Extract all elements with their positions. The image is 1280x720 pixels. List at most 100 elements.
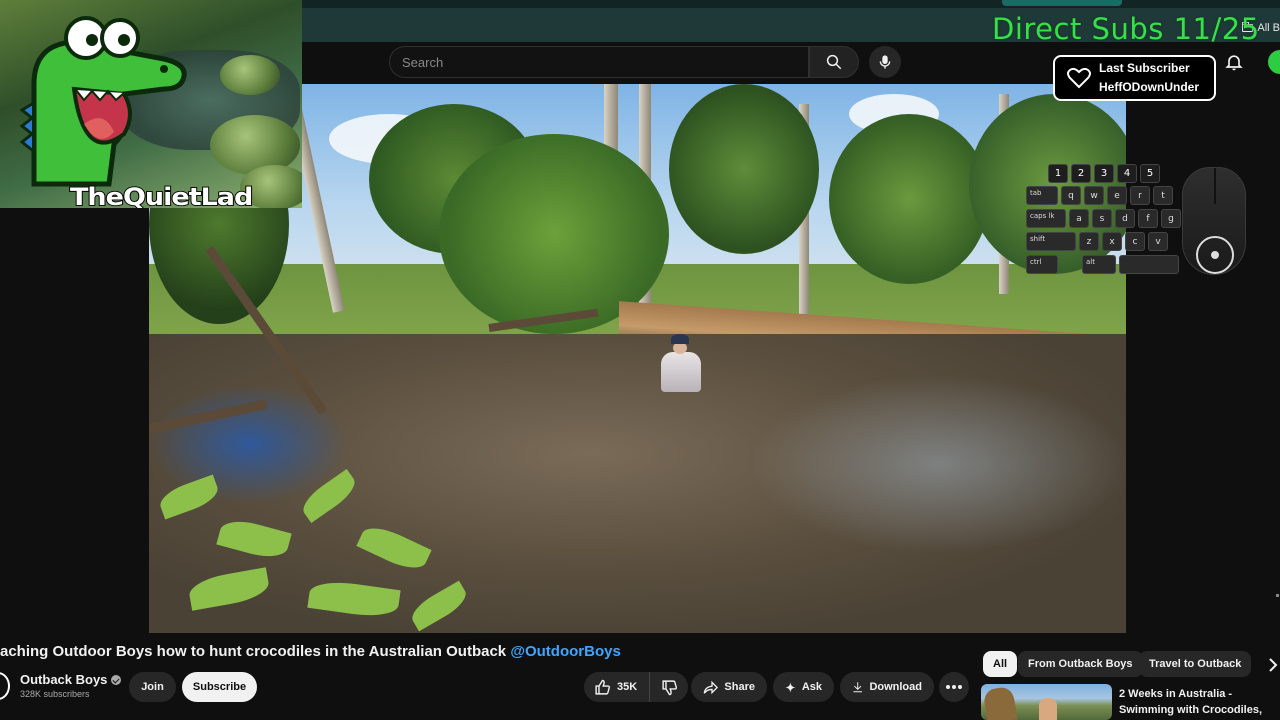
chevron-right-icon[interactable] [1268, 658, 1278, 672]
microphone-icon [879, 55, 891, 69]
account-avatar[interactable] [1268, 50, 1280, 74]
sparkle-icon [785, 682, 796, 692]
leaf [156, 474, 222, 520]
keyboard-overlay: 1 2 3 4 5 tab q w e r t caps lk a s d f … [1026, 164, 1182, 279]
chip-from-channel[interactable]: From Outback Boys [1018, 651, 1143, 677]
streamer-name: TheQuietLad [69, 183, 254, 208]
key-v: v [1148, 232, 1168, 251]
moss-rock [220, 55, 280, 95]
key-q: q [1061, 186, 1081, 205]
subscriber-count: 328K subscribers [20, 689, 90, 699]
leaf [307, 577, 401, 621]
thumbs-up-icon [595, 679, 611, 695]
mouse-button-split [1214, 168, 1216, 204]
like-dislike-group: 35K [584, 672, 688, 702]
voice-search-button[interactable] [869, 46, 901, 78]
share-button[interactable]: Share [691, 672, 767, 702]
key-c: c [1125, 232, 1145, 251]
notifications-button[interactable] [1224, 52, 1244, 77]
all-bookmarks-label: All B [1257, 22, 1280, 34]
download-label: Download [869, 681, 922, 693]
last-subscriber-name: HeffODownUnder [1099, 80, 1199, 94]
thumbnail-crocodile [982, 685, 1018, 720]
key-tab: tab [1026, 186, 1058, 205]
key-caps-lock: caps lk [1026, 209, 1066, 228]
video-title-text: aching Outdoor Boys how to hunt crocodil… [0, 643, 507, 660]
channel-name-link[interactable]: Outback Boys [20, 672, 122, 687]
download-button[interactable]: Download [840, 672, 934, 702]
more-actions-button[interactable] [939, 672, 969, 702]
scroll-indicator [1276, 594, 1279, 597]
share-icon [703, 680, 719, 694]
key-f: f [1138, 209, 1158, 228]
leaf [297, 468, 361, 524]
channel-handle-link[interactable]: @OutdoorBoys [510, 643, 620, 660]
leaf [187, 567, 271, 611]
leaf [407, 580, 471, 632]
tree-canopy [669, 84, 819, 254]
key-r: r [1130, 186, 1150, 205]
key-z: z [1079, 232, 1099, 251]
join-button[interactable]: Join [129, 672, 176, 702]
key-d: d [1115, 209, 1135, 228]
key-ctrl: ctrl [1026, 255, 1058, 274]
key-a: a [1069, 209, 1089, 228]
heart-icon [1067, 67, 1091, 89]
ask-button[interactable]: Ask [773, 672, 834, 702]
key-g: g [1161, 209, 1181, 228]
key-x: x [1102, 232, 1122, 251]
search-input[interactable] [390, 47, 808, 77]
search-button[interactable] [809, 46, 859, 78]
share-label: Share [724, 681, 755, 693]
key-shift: shift [1026, 232, 1076, 251]
water-reflection [749, 374, 1126, 554]
search-box [389, 46, 809, 78]
key-2: 2 [1071, 164, 1091, 183]
key-4: 4 [1117, 164, 1137, 183]
ask-label: Ask [801, 681, 822, 693]
chip-related-topic[interactable]: Travel to Outback [1139, 651, 1252, 677]
last-subscriber-box: Last Subscriber HeffODownUnder [1053, 55, 1216, 101]
dislike-button[interactable] [650, 672, 688, 702]
like-count: 35K [617, 681, 638, 693]
person-in-river [657, 334, 703, 394]
key-alt: alt [1082, 255, 1116, 274]
download-icon [853, 682, 863, 693]
key-1: 1 [1048, 164, 1068, 183]
recommended-video-thumbnail[interactable] [981, 684, 1112, 720]
tab-accent [1002, 0, 1122, 6]
like-button[interactable]: 35K [584, 672, 650, 702]
chip-all[interactable]: All [983, 651, 1018, 677]
key-space [1119, 255, 1179, 274]
crocodile-mascot-icon [19, 16, 187, 187]
video-title: aching Outdoor Boys how to hunt crocodil… [0, 643, 621, 660]
person-hat [671, 334, 689, 344]
key-t: t [1153, 186, 1173, 205]
last-subscriber-label: Last Subscriber [1099, 61, 1190, 75]
tree-canopy [829, 114, 989, 284]
screen: All B Search TheQuietLad Direct Subs 11/… [0, 0, 1280, 720]
subscribe-button[interactable]: Subscribe [182, 672, 257, 702]
streamer-webcam: TheQuietLad [0, 0, 302, 208]
key-e: e [1107, 186, 1127, 205]
leaf [356, 520, 432, 576]
channel-avatar[interactable] [0, 672, 10, 700]
leaf [216, 515, 292, 563]
verified-icon [111, 674, 122, 685]
key-w: w [1084, 186, 1104, 205]
thumbnail-person [1039, 698, 1057, 720]
mouse-overlay [1182, 167, 1246, 275]
key-s: s [1092, 209, 1112, 228]
foreground-leaves [149, 464, 489, 633]
recommended-video-title[interactable]: 2 Weeks in Australia - Swimming with Cro… [1119, 686, 1269, 720]
last-subscriber-text: Last Subscriber HeffODownUnder [1099, 59, 1199, 97]
mouse-indicator [1196, 236, 1234, 274]
bell-icon [1225, 55, 1243, 71]
key-5: 5 [1140, 164, 1160, 183]
thumbs-down-icon [661, 679, 677, 695]
more-horizontal-icon [946, 685, 962, 689]
key-3: 3 [1094, 164, 1114, 183]
search-icon [826, 54, 842, 70]
direct-subs-counter: Direct Subs 11/25 [992, 12, 1260, 46]
person-body [661, 352, 701, 392]
